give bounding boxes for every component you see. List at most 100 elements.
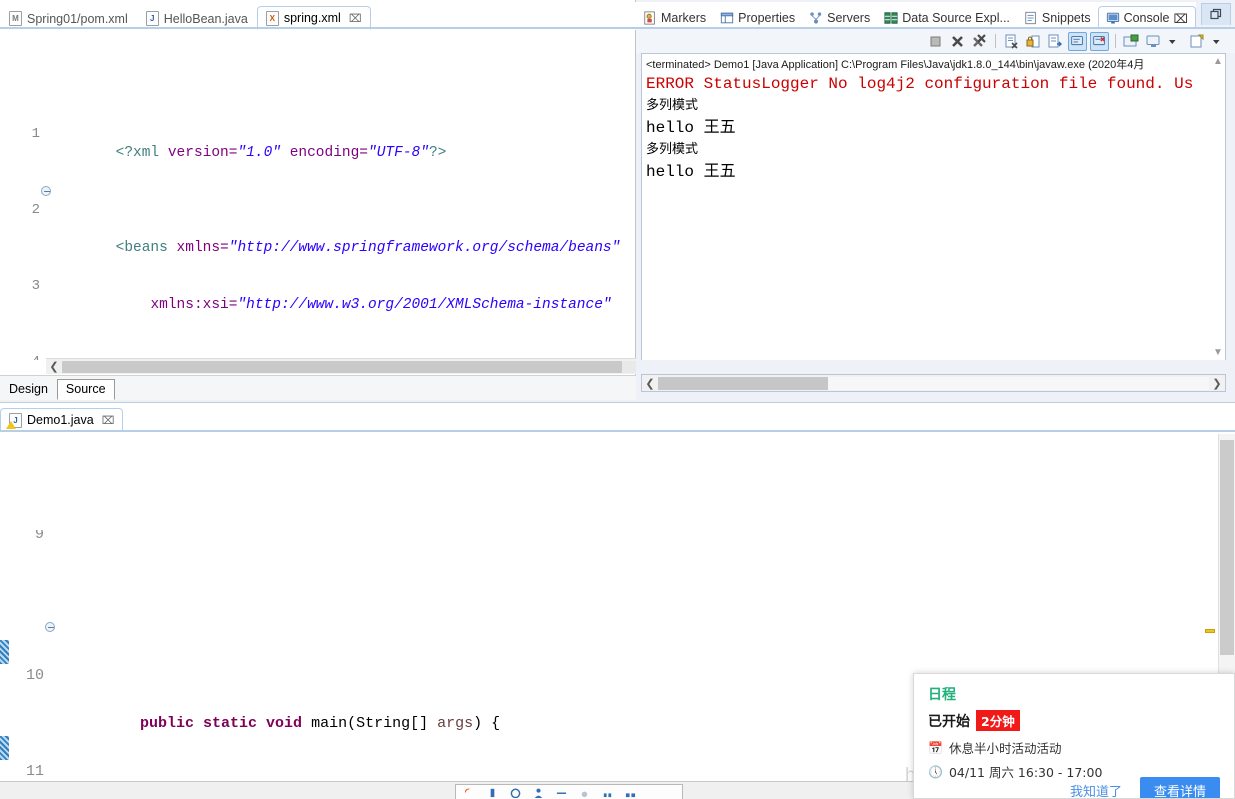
notification-buttons: 我知道了 查看详情 — [914, 777, 1234, 798]
console-icon — [1106, 12, 1119, 24]
line-number: 9 — [34, 530, 44, 543]
app-person-icon[interactable] — [533, 787, 544, 798]
started-label: 已开始 — [928, 713, 970, 730]
restore-view-button[interactable] — [1201, 3, 1231, 25]
code-line: 2 <beans xmlns="http://www.springframewo… — [0, 182, 620, 256]
display-selected-console-icon[interactable] — [1090, 31, 1109, 51]
new-console-icon[interactable] — [1188, 32, 1207, 51]
servers-icon — [810, 12, 822, 24]
console-tabstrip: Markers Properties Servers Data Source E… — [636, 2, 1196, 30]
scroll-track[interactable] — [62, 360, 636, 373]
tab-demo1-java[interactable]: J Demo1.java ⌧ — [0, 408, 124, 432]
scroll-lock-icon[interactable] — [1024, 32, 1043, 51]
data-source-explorer-icon — [884, 12, 898, 24]
app-bars-icon[interactable] — [625, 787, 636, 798]
change-marker — [0, 640, 9, 664]
app-blue-icon[interactable] — [487, 787, 498, 798]
schedule-notification-popup[interactable]: 日程 已开始 2分钟 📅 休息半小时活动活动 🕔 04/11 周六 16:30 … — [913, 673, 1235, 799]
notification-title: 日程 — [928, 687, 956, 703]
open-console-icon[interactable] — [1122, 32, 1141, 51]
xml-editor-mode-tabs: Design Source — [0, 375, 636, 400]
eclipse-workbench: M Spring01/pom.xml J HelloBean.java X sp… — [0, 0, 1235, 799]
tab-label: Console — [1123, 11, 1170, 25]
xml-source-code[interactable]: 1 <?xml version="1.0" encoding="UTF-8"?>… — [0, 30, 620, 360]
remove-launch-icon[interactable] — [948, 32, 967, 51]
event-title: 休息半小时活动活动 — [948, 741, 1062, 756]
line-content: xmlns:xsi="http://www.w3.org/2001/XMLSch… — [150, 297, 612, 313]
scroll-thumb[interactable] — [1220, 440, 1234, 655]
app-lines-icon[interactable] — [556, 787, 567, 798]
calendar-icon: 📅 — [928, 740, 943, 755]
change-marker — [0, 736, 9, 760]
scroll-right-icon[interactable]: ❯ — [1209, 377, 1225, 390]
console-horizontal-scrollbar[interactable]: ❮ ❯ — [641, 374, 1226, 392]
new-console-view-icon[interactable] — [1144, 32, 1163, 51]
console-output-area[interactable]: <terminated> Demo1 [Java Application] C:… — [641, 53, 1226, 360]
console-toolbar — [636, 29, 1235, 53]
xml-editor-tabstrip: M Spring01/pom.xml J HelloBean.java X sp… — [0, 2, 636, 30]
scroll-down-icon[interactable]: ▼ — [1211, 347, 1225, 358]
tab-label: Properties — [738, 11, 796, 25]
console-output-line: 多列模式 — [646, 142, 699, 157]
fold-toggle-icon[interactable] — [45, 622, 55, 632]
close-icon[interactable]: ⌧ — [1173, 11, 1187, 26]
dismiss-button[interactable]: 我知道了 — [1062, 777, 1130, 798]
remove-all-terminated-icon[interactable] — [970, 32, 989, 51]
xml-file-icon: X — [265, 10, 279, 26]
maven-file-icon: M — [9, 11, 22, 26]
tab-label: HelloBean.java — [163, 11, 248, 26]
view-detail-button[interactable]: 查看详情 — [1139, 777, 1220, 798]
app-gray-icon[interactable] — [579, 787, 590, 798]
tab-source[interactable]: Source — [56, 379, 115, 400]
code-line: 3 xmlns:xsi="http://www.w3.org/2001/XMLS… — [0, 258, 620, 313]
fold-toggle-icon[interactable] — [41, 186, 51, 196]
scroll-left-icon[interactable]: ❮ — [642, 377, 658, 390]
toolbar-separator — [995, 34, 996, 48]
console-dropdown-arrow-icon[interactable] — [1166, 32, 1185, 51]
clear-console-icon[interactable] — [1002, 32, 1021, 51]
pin-console-icon[interactable] — [1068, 31, 1087, 51]
console-vertical-scrollbar[interactable]: ▲ ▼ — [1211, 54, 1225, 360]
scroll-thumb[interactable] — [658, 376, 828, 390]
app-orange-icon[interactable] — [464, 787, 475, 798]
show-console-on-output-icon[interactable] — [1046, 32, 1065, 51]
app-circle-icon[interactable] — [510, 787, 521, 798]
properties-icon — [721, 12, 734, 24]
console-output-line: hello 王五 — [646, 119, 736, 137]
java-file-icon: J — [145, 11, 159, 26]
scroll-thumb[interactable] — [62, 360, 622, 373]
code-line: 10 public static void main(String[] args… — [0, 616, 1195, 732]
line-number: 3 — [31, 278, 40, 294]
java-tab-underline — [0, 430, 1235, 432]
line-number: 11 — [25, 763, 44, 779]
duration-badge: 2分钟 — [976, 710, 1020, 731]
scroll-up-icon[interactable]: ▲ — [1211, 54, 1225, 67]
app-grid-icon[interactable] — [602, 787, 613, 798]
tab-design[interactable]: Design — [0, 379, 57, 400]
scroll-track[interactable] — [658, 376, 1209, 390]
tab-label: Servers — [827, 11, 871, 25]
tab-label: Snippets — [1041, 11, 1091, 25]
restore-icon — [1209, 8, 1221, 20]
tab-label: Demo1.java — [27, 413, 94, 427]
line-content: <?xml version="1.0" encoding="UTF-8"?> — [115, 145, 447, 161]
markers-icon — [644, 11, 655, 25]
line-content: <beans xmlns="http://www.springframework… — [115, 240, 620, 256]
code-line: 9 — [0, 530, 1195, 544]
tab-label: Markers — [661, 11, 707, 25]
xml-tab-underline — [0, 27, 636, 29]
line-number: 10 — [25, 667, 44, 684]
toolbar-separator — [1115, 34, 1116, 48]
scroll-left-icon[interactable]: ❮ — [46, 360, 62, 373]
snippets-icon — [1025, 11, 1036, 25]
close-icon[interactable]: ⌧ — [349, 12, 362, 25]
terminate-icon[interactable] — [926, 32, 945, 51]
tab-label: spring.xml — [283, 11, 341, 25]
warning-overview-marker[interactable] — [1205, 629, 1215, 633]
console-output-line: ERROR StatusLogger No log4j2 configurati… — [646, 75, 1194, 93]
xml-horizontal-scrollbar[interactable]: ❮ — [46, 358, 636, 374]
code-line: 4 xmlns:context="http://www.springframew… — [0, 334, 620, 360]
taskbar-tray — [455, 784, 683, 799]
new-console-dropdown-arrow-icon[interactable] — [1210, 32, 1229, 51]
close-icon[interactable]: ⌧ — [102, 414, 115, 427]
